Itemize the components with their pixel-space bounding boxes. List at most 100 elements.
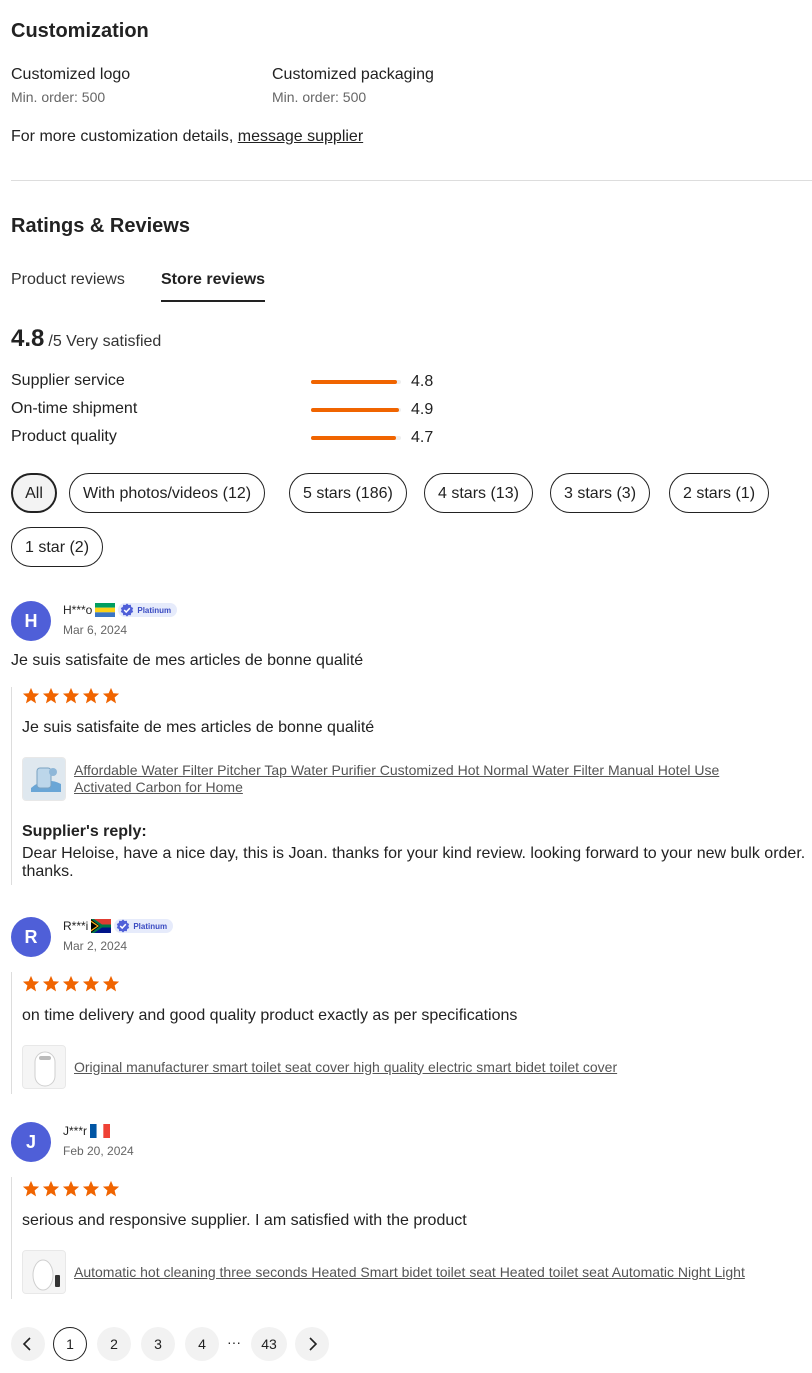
- review-date: Feb 20, 2024: [63, 1144, 134, 1158]
- customization-options: Customized logo Min. order: 500 Customiz…: [11, 66, 711, 110]
- tab-product-reviews[interactable]: Product reviews: [11, 271, 125, 289]
- star-icon: [22, 1180, 40, 1197]
- metric-label: On-time shipment: [11, 400, 138, 417]
- verified-check-icon: [117, 919, 130, 933]
- chevron-right-icon: [309, 1337, 318, 1351]
- bidet-seat-product-image: [23, 1251, 65, 1293]
- review-date: Mar 2, 2024: [63, 939, 128, 953]
- metric-on-time-shipment: On-time shipment 4.9: [11, 400, 511, 428]
- review-date: Mar 6, 2024: [63, 623, 128, 637]
- avatar: R: [11, 917, 51, 957]
- page-last-button[interactable]: 43: [251, 1327, 287, 1361]
- star-icon: [22, 687, 40, 704]
- filter-3-stars[interactable]: 3 stars (3): [550, 473, 651, 513]
- badge-label: Platinum: [133, 921, 168, 931]
- review-item: R R***i Platinum Mar 2, 2024 on time del…: [11, 917, 812, 1097]
- filter-4-stars[interactable]: 4 stars (13): [424, 473, 533, 513]
- south-africa-flag-icon: [91, 919, 112, 933]
- star-icon: [102, 975, 120, 992]
- metric-bar-fill: [311, 436, 396, 440]
- filter-all[interactable]: All: [11, 473, 57, 513]
- product-link[interactable]: Original manufacturer smart toilet seat …: [74, 1059, 617, 1076]
- customization-option-min-order: Min. order: 500: [272, 89, 367, 105]
- prev-page-button[interactable]: [11, 1327, 45, 1361]
- star-icon: [42, 687, 60, 704]
- review-item: J J***r Feb 20, 2024 serious and respons…: [11, 1122, 812, 1302]
- tab-store-reviews[interactable]: Store reviews: [161, 271, 266, 302]
- customization-note: For more customization details, message …: [11, 128, 363, 146]
- avatar: J: [11, 1122, 51, 1162]
- reviewer: J***r: [63, 1124, 111, 1138]
- metric-label: Product quality: [11, 428, 117, 445]
- review-text: on time delivery and good quality produc…: [22, 1007, 518, 1024]
- metric-bar: [311, 380, 401, 384]
- reviewed-product[interactable]: Automatic hot cleaning three seconds Hea…: [22, 1250, 812, 1294]
- france-flag-icon: [90, 1124, 111, 1138]
- customization-option: Customized packaging Min. order: 500: [272, 66, 434, 105]
- pagination: 1 2 3 4 ··· 43: [11, 1327, 411, 1361]
- page-1-button[interactable]: 1: [53, 1327, 87, 1361]
- chevron-left-icon: [22, 1337, 31, 1351]
- overall-score: 4.8/5 Very satisfied: [11, 325, 161, 353]
- star-icon: [82, 687, 100, 704]
- water-filter-product-image: [23, 758, 65, 800]
- star-icon: [62, 1180, 80, 1197]
- customization-option-min-order: Min. order: 500: [11, 89, 106, 105]
- avatar: H: [11, 601, 51, 641]
- star-icon: [22, 975, 40, 992]
- page-4-button[interactable]: 4: [185, 1327, 219, 1361]
- page-2-button[interactable]: 2: [97, 1327, 131, 1361]
- product-thumbnail[interactable]: [22, 1045, 66, 1089]
- product-thumbnail[interactable]: [22, 757, 66, 801]
- reviews-title: Ratings & Reviews: [11, 215, 190, 237]
- review-body: serious and responsive supplier. I am sa…: [11, 1177, 812, 1299]
- filter-2-stars[interactable]: 2 stars (1): [669, 473, 770, 513]
- supplier-reply-text: Dear Heloise, have a nice day, this is J…: [22, 845, 806, 880]
- star-icon: [62, 687, 80, 704]
- product-thumbnail[interactable]: [22, 1250, 66, 1294]
- customization-option-name: Customized logo: [11, 66, 131, 83]
- star-rating: [22, 1180, 812, 1198]
- reviewer: H***o Platinum: [63, 603, 178, 617]
- customization-option-name: Customized packaging: [272, 66, 434, 83]
- message-supplier-link[interactable]: message supplier: [238, 128, 363, 145]
- overall-score-value: 4.8: [11, 325, 45, 352]
- star-icon: [82, 1180, 100, 1197]
- metric-value: 4.7: [411, 429, 434, 446]
- star-icon: [102, 1180, 120, 1197]
- review-item: H H***o Platinum Mar 6, 2024 Je suis sat…: [11, 601, 812, 891]
- product-link[interactable]: Automatic hot cleaning three seconds Hea…: [74, 1264, 745, 1281]
- review-body: on time delivery and good quality produc…: [11, 972, 812, 1094]
- star-rating: [22, 975, 812, 993]
- metric-supplier-service: Supplier service 4.8: [11, 372, 511, 400]
- supplier-reply-label: Supplier's reply:: [22, 823, 147, 840]
- reviewed-product[interactable]: Affordable Water Filter Pitcher Tap Wate…: [22, 757, 812, 801]
- star-icon: [102, 687, 120, 704]
- reviewer-name: J***r: [63, 1124, 88, 1138]
- platinum-badge: Platinum: [118, 603, 178, 617]
- review-text: Je suis satisfaite de mes articles de bo…: [22, 719, 375, 736]
- verified-check-icon: [121, 603, 134, 617]
- filter-with-photos[interactable]: With photos/videos (12): [69, 473, 266, 513]
- page-3-button[interactable]: 3: [141, 1327, 175, 1361]
- section-divider: [11, 180, 812, 181]
- star-icon: [62, 975, 80, 992]
- star-icon: [82, 975, 100, 992]
- reviewer: R***i Platinum: [63, 919, 174, 933]
- review-text: serious and responsive supplier. I am sa…: [22, 1212, 467, 1229]
- filter-1-star[interactable]: 1 star (2): [11, 527, 104, 567]
- next-page-button[interactable]: [295, 1327, 329, 1361]
- reviewer-name: R***i: [63, 919, 89, 933]
- metric-product-quality: Product quality 4.7: [11, 428, 511, 456]
- metric-value: 4.8: [411, 373, 434, 390]
- reviewed-product[interactable]: Original manufacturer smart toilet seat …: [22, 1045, 812, 1089]
- product-link[interactable]: Affordable Water Filter Pitcher Tap Wate…: [74, 762, 774, 796]
- platinum-badge: Platinum: [114, 919, 174, 933]
- review-headline: Je suis satisfaite de mes articles de bo…: [11, 652, 364, 669]
- customization-title: Customization: [11, 20, 149, 42]
- customization-note-text: For more customization details,: [11, 128, 238, 145]
- badge-label: Platinum: [137, 605, 172, 615]
- metric-bar: [311, 408, 401, 412]
- pagination-ellipsis: ···: [227, 1334, 241, 1350]
- filter-5-stars[interactable]: 5 stars (186): [289, 473, 407, 513]
